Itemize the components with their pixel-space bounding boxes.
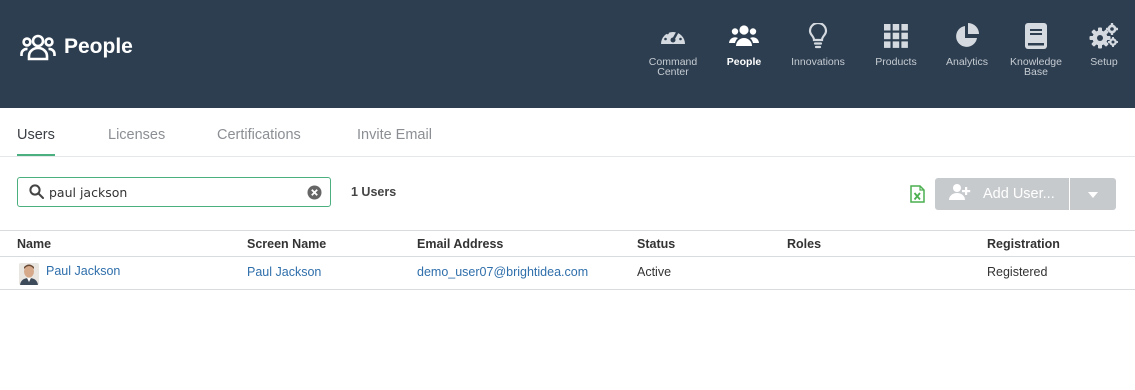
user-name-link[interactable]: Paul Jackson	[46, 264, 120, 278]
column-header-registration[interactable]: Registration	[987, 237, 1060, 251]
tab-bar: Users Licenses Certifications Invite Ema…	[0, 108, 1135, 157]
column-header-email[interactable]: Email Address	[417, 237, 503, 251]
people-group-icon	[20, 30, 58, 64]
clear-search-icon[interactable]	[307, 185, 322, 205]
page-title: People	[64, 35, 133, 58]
nav-label: Analytics	[945, 56, 988, 68]
brand: People	[20, 30, 133, 64]
nav-setup[interactable]: Setup	[1073, 0, 1135, 108]
nav-people[interactable]: People	[709, 0, 779, 108]
column-header-screen-name[interactable]: Screen Name	[247, 237, 326, 251]
gears-icon	[1089, 22, 1119, 50]
nav-label: People	[726, 56, 762, 68]
excel-export-icon[interactable]	[910, 185, 925, 208]
nav-label: Products	[875, 56, 917, 68]
add-user-dropdown[interactable]	[1070, 178, 1116, 210]
add-user-label: Add User...	[983, 186, 1055, 202]
search-input[interactable]	[49, 182, 299, 202]
email-link[interactable]: demo_user07@brightidea.com	[417, 265, 588, 279]
tab-certifications[interactable]: Certifications	[217, 108, 301, 156]
nav-products[interactable]: Products	[857, 0, 935, 108]
tab-users[interactable]: Users	[17, 108, 55, 156]
column-header-name[interactable]: Name	[17, 237, 51, 251]
search-icon	[29, 184, 44, 204]
registration-cell: Registered	[987, 265, 1048, 279]
people-group-icon	[729, 22, 759, 50]
nav-label: Innovations	[791, 56, 845, 68]
tab-invite-email[interactable]: Invite Email	[357, 108, 432, 156]
nav-analytics[interactable]: Analytics	[935, 0, 999, 108]
search-box	[17, 177, 331, 207]
column-header-status[interactable]: Status	[637, 237, 675, 251]
caret-down-icon	[1088, 185, 1098, 203]
dashboard-gauge-icon	[658, 22, 688, 50]
nav-label: Setup	[1090, 56, 1118, 68]
nav-command-center[interactable]: Command Center	[637, 0, 709, 108]
table-row: Paul Jackson Paul Jackson demo_user07@br…	[0, 257, 1135, 290]
avatar	[19, 263, 39, 285]
nav-innovations[interactable]: Innovations	[779, 0, 857, 108]
column-header-roles[interactable]: Roles	[787, 237, 821, 251]
user-count: 1 Users	[351, 185, 397, 199]
add-user-button[interactable]: Add User...	[935, 178, 1069, 210]
add-user-icon	[949, 183, 971, 206]
top-header: People Command Center People Innovations…	[0, 0, 1135, 108]
nav-label: Command Center	[648, 56, 698, 78]
main-nav: Command Center People Innovations Produc…	[637, 0, 1135, 108]
nav-label: Knowledge Base	[1010, 56, 1062, 78]
status-cell: Active	[637, 265, 672, 279]
screen-name-link[interactable]: Paul Jackson	[247, 265, 321, 279]
lightbulb-icon	[803, 22, 833, 50]
tab-licenses[interactable]: Licenses	[108, 108, 165, 156]
grid-icon	[881, 22, 911, 50]
nav-knowledge-base[interactable]: Knowledge Base	[999, 0, 1073, 108]
pie-chart-icon	[952, 22, 982, 50]
book-icon	[1021, 22, 1051, 50]
table-header: Name Screen Name Email Address Status Ro…	[0, 230, 1135, 257]
